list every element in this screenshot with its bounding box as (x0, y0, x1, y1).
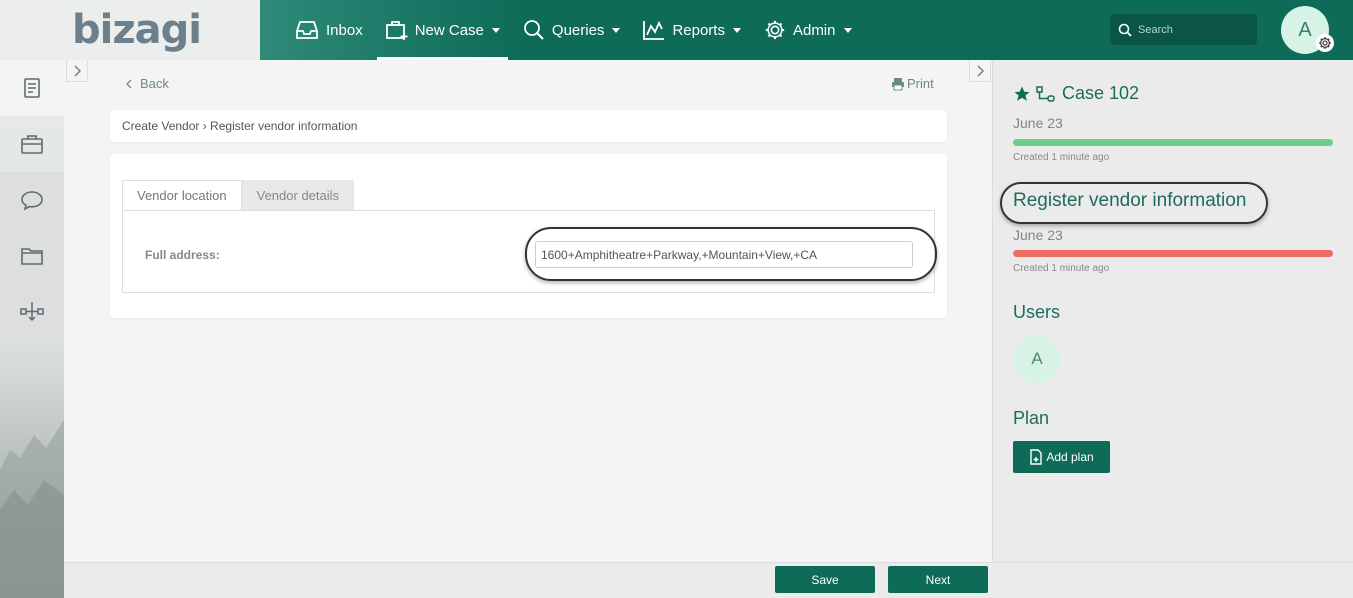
nav-queries-label: Queries (551, 21, 605, 39)
search-input[interactable] (1138, 23, 1248, 36)
task-date: June 23 (1013, 227, 1063, 243)
nav-inbox[interactable]: Inbox (294, 0, 363, 60)
case-date: June 23 (1013, 115, 1063, 131)
reports-icon (643, 20, 665, 40)
nav-reports[interactable]: Reports (642, 0, 741, 60)
document-icon (24, 78, 40, 98)
print-link[interactable]: Print (891, 76, 934, 91)
caret-down-icon (612, 27, 621, 33)
rail-item-cases[interactable] (0, 116, 64, 172)
nav-queries[interactable]: Queries (522, 0, 621, 60)
nav-reports-label: Reports (672, 21, 725, 39)
chat-bubble-icon (21, 191, 43, 211)
case-created: Created 1 minute ago (1013, 152, 1110, 163)
back-link[interactable]: Back (124, 76, 169, 91)
chevron-right-icon (74, 65, 81, 76)
search-box (1110, 14, 1257, 45)
full-address-input[interactable] (535, 241, 913, 268)
tab-panel: Full address: (122, 210, 937, 293)
add-plan-label: Add plan (1046, 450, 1094, 464)
full-address-label: Full address: (145, 248, 220, 262)
new-case-icon (385, 21, 408, 40)
nav-admin-label: Admin (792, 21, 836, 39)
caret-down-icon (843, 27, 852, 33)
case-title-text: Case 102 (1062, 83, 1140, 103)
briefcase-icon (21, 135, 43, 154)
search-icon (1118, 23, 1132, 37)
tab-vendor-location[interactable]: Vendor location (122, 180, 242, 211)
caret-down-icon (732, 27, 741, 33)
form-card: Vendor location Vendor details Full addr… (110, 154, 947, 318)
chevron-right-icon (977, 65, 984, 76)
task-progress-bar (1013, 250, 1333, 257)
top-bar: bizagi Inbox New Case Queries Reports Ad… (0, 0, 1353, 60)
rail-item-workflow[interactable] (0, 284, 64, 340)
users-heading: Users (1013, 302, 1061, 322)
rail-item-comments[interactable] (0, 172, 64, 228)
case-progress-bar (1013, 139, 1333, 146)
next-button[interactable]: Next (888, 566, 988, 593)
back-label: Back (140, 76, 169, 91)
rail-item-work[interactable] (0, 60, 64, 116)
print-label: Print (907, 76, 934, 91)
search-icon (524, 20, 544, 40)
expand-right-panel-button[interactable] (969, 60, 991, 82)
logo-area[interactable]: bizagi (0, 0, 260, 60)
printer-icon (892, 77, 904, 90)
rail-background-image (0, 340, 64, 598)
plan-heading: Plan (1013, 408, 1050, 428)
main-nav: Inbox New Case Queries Reports Admin (280, 0, 874, 60)
case-user-avatar[interactable]: A (1013, 335, 1061, 383)
case-title: Case 102 (1013, 83, 1139, 104)
star-icon[interactable] (1013, 85, 1031, 103)
chevron-left-icon (126, 79, 132, 88)
bottom-bar (64, 562, 1353, 598)
workflow-icon (20, 302, 44, 322)
avatar-settings-icon[interactable] (1316, 34, 1334, 52)
task-title[interactable]: Register vendor information (1013, 190, 1246, 212)
bizagi-logo: bizagi (72, 7, 202, 53)
file-add-icon (1030, 449, 1043, 465)
nav-new-case-label: New Case (414, 21, 484, 39)
save-button[interactable]: Save (775, 566, 875, 593)
inbox-icon (296, 21, 318, 39)
expand-left-panel-button[interactable] (66, 60, 88, 82)
nav-inbox-label: Inbox (326, 21, 363, 39)
form-tabs: Vendor location Vendor details (122, 180, 355, 211)
tab-vendor-details[interactable]: Vendor details (241, 180, 355, 211)
nav-new-case[interactable]: New Case (376, 0, 509, 60)
task-created: Created 1 minute ago (1013, 263, 1110, 274)
rail-item-files[interactable] (0, 228, 64, 284)
process-icon (1036, 85, 1055, 102)
nav-admin[interactable]: Admin (763, 0, 852, 60)
breadcrumb: Create Vendor › Register vendor informat… (110, 110, 947, 142)
folder-icon (21, 248, 43, 265)
caret-down-icon (491, 27, 500, 33)
gear-icon (765, 20, 785, 40)
add-plan-button[interactable]: Add plan (1013, 441, 1110, 473)
